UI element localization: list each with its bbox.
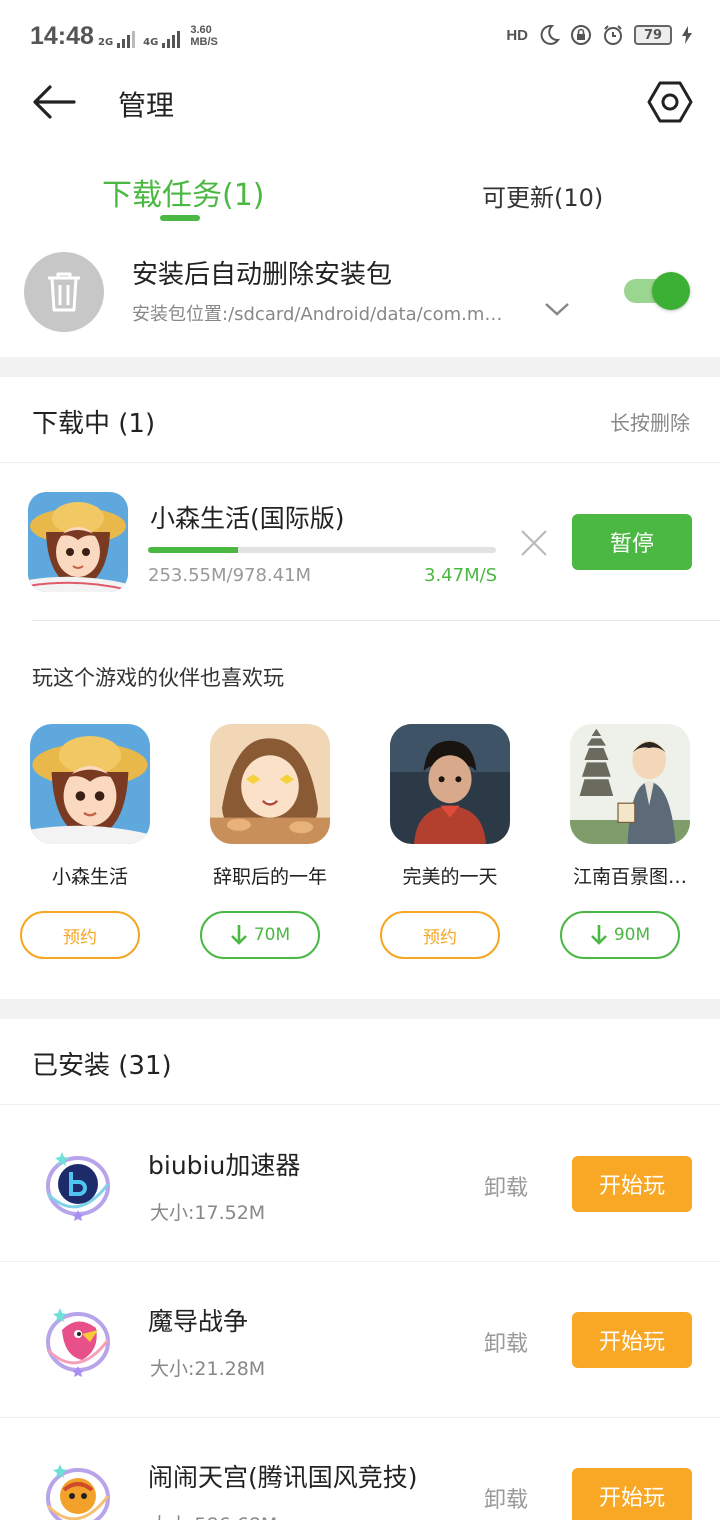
status-bar: 14:48 2G 4G 3.60 MB/S HD 79 xyxy=(0,0,720,70)
naonao-app-icon xyxy=(38,1456,118,1520)
recommend-list: 小森生活 预约 辞职后的一年 70M 完美的一天 预约 江南百景图… 90M xyxy=(0,724,720,964)
toggle-knob xyxy=(652,272,690,310)
installed-item[interactable]: biubiu加速器 大小:17.52M 卸载 开始玩 xyxy=(0,1106,720,1262)
auto-delete-toggle[interactable] xyxy=(624,272,692,310)
network-speed: 3.60 MB/S xyxy=(190,24,218,48)
download-size-label: 90M xyxy=(613,925,651,945)
charging-icon xyxy=(682,26,692,44)
uninstall-button[interactable]: 卸载 xyxy=(484,1170,528,1202)
recommend-card[interactable]: 江南百景图… 90M xyxy=(550,724,710,964)
speed-value: 3.60 xyxy=(190,24,212,36)
trash-icon xyxy=(24,252,104,332)
auto-delete-setting: 安装后自动删除安装包 安装包位置:/sdcard/Android/data/co… xyxy=(0,252,720,338)
download-progress-bar xyxy=(148,547,496,553)
installed-item[interactable]: 魔导战争 大小:21.28M 卸载 开始玩 xyxy=(0,1262,720,1418)
tab-bar: 下载任务(1) 可更新(10) xyxy=(0,160,720,230)
recommend-game-name: 小森生活 xyxy=(51,866,128,888)
installed-app-name: 魔导战争 xyxy=(148,1307,249,1336)
download-progress-fill xyxy=(148,547,239,553)
lock-rotation-icon xyxy=(571,25,591,45)
game-icon-resign-year xyxy=(210,724,330,844)
downloading-header: 下载中 (1) 长按删除 xyxy=(0,377,720,463)
start-play-button[interactable]: 开始玩 xyxy=(572,1468,692,1520)
download-size: 253.55M/978.41M xyxy=(148,565,312,586)
game-icon-perfect-day xyxy=(390,724,510,844)
download-button[interactable]: 90M xyxy=(560,911,680,959)
download-button[interactable]: 70M xyxy=(200,911,320,959)
biubiu-app-icon xyxy=(38,1144,118,1224)
installed-app-size: 大小:17.52M xyxy=(150,1202,266,1224)
back-arrow-icon[interactable] xyxy=(30,82,78,122)
download-speed: 3.47M/S xyxy=(424,565,498,586)
long-press-delete-hint[interactable]: 长按删除 xyxy=(610,407,690,436)
modao-app-icon xyxy=(38,1300,118,1380)
pause-button[interactable]: 暂停 xyxy=(572,514,692,570)
game-icon-xiaosen xyxy=(30,724,150,844)
start-play-button[interactable]: 开始玩 xyxy=(572,1156,692,1212)
recommend-game-name: 江南百景图… xyxy=(572,866,687,888)
signal-icon xyxy=(162,30,181,48)
battery-icon: 79 xyxy=(634,25,672,45)
tab-active-indicator xyxy=(160,215,200,221)
status-right-icons: HD 79 xyxy=(506,24,692,46)
download-item[interactable]: 小森生活(国际版) 253.55M/978.41M 3.47M/S 暂停 xyxy=(0,465,720,621)
tab-download-tasks[interactable]: 下载任务(1) xyxy=(102,170,265,214)
chevron-down-icon[interactable] xyxy=(544,300,570,318)
installed-app-size: 大小:586.68M xyxy=(150,1510,277,1520)
signal-icon xyxy=(117,30,136,48)
network-2g-label: 2G xyxy=(98,37,114,48)
recommend-game-name: 辞职后的一年 xyxy=(212,866,327,888)
recommend-title: 玩这个游戏的伙伴也喜欢玩 xyxy=(32,666,284,690)
installed-header: 已安装 (31) xyxy=(0,1019,720,1105)
hd-icon: HD xyxy=(506,26,528,44)
installed-app-name: biubiu加速器 xyxy=(148,1151,301,1180)
moon-icon xyxy=(540,24,560,45)
download-arrow-icon xyxy=(230,925,247,945)
settings-gear-icon[interactable] xyxy=(646,78,694,126)
app-bar: 管理 xyxy=(0,70,720,134)
installed-item[interactable]: 闹闹天宫(腾讯国风竞技) 大小:586.68M 卸载 开始玩 xyxy=(0,1418,720,1520)
network-indicators: 2G 4G 3.60 MB/S xyxy=(98,24,218,48)
uninstall-button[interactable]: 卸载 xyxy=(484,1326,528,1358)
download-game-name: 小森生活(国际版) xyxy=(150,504,345,533)
package-path: 安装包位置:/sdcard/Android/data/com.m4399.gam… xyxy=(132,304,512,325)
page-title: 管理 xyxy=(118,89,175,122)
installed-app-name: 闹闹天宫(腾讯国风竞技) xyxy=(148,1463,418,1492)
downloading-title: 下载中 (1) xyxy=(32,409,156,439)
installed-title: 已安装 (31) xyxy=(32,1051,172,1081)
reserve-button[interactable]: 预约 xyxy=(20,911,140,959)
download-arrow-icon xyxy=(590,925,607,945)
installed-app-size: 大小:21.28M xyxy=(150,1358,266,1380)
game-icon-xiaosen xyxy=(28,492,128,592)
reserve-button[interactable]: 预约 xyxy=(380,911,500,959)
recommend-card[interactable]: 小森生活 预约 xyxy=(10,724,170,964)
speed-unit: MB/S xyxy=(190,36,218,48)
recommend-card[interactable]: 完美的一天 预约 xyxy=(370,724,530,964)
download-size-label: 70M xyxy=(253,925,291,945)
close-icon[interactable] xyxy=(518,527,550,559)
uninstall-button[interactable]: 卸载 xyxy=(484,1482,528,1514)
recommend-card[interactable]: 辞职后的一年 70M xyxy=(190,724,350,964)
game-icon-jiangnan xyxy=(570,724,690,844)
section-divider xyxy=(0,999,720,1019)
alarm-icon xyxy=(604,25,622,45)
reserve-label: 预约 xyxy=(63,927,97,948)
item-divider xyxy=(32,620,720,621)
network-4g-label: 4G xyxy=(143,37,159,48)
auto-delete-title: 安装后自动删除安装包 xyxy=(132,260,393,290)
recommend-game-name: 完美的一天 xyxy=(402,866,498,888)
reserve-label: 预约 xyxy=(423,927,457,948)
status-time: 14:48 xyxy=(30,22,94,50)
tab-updatable[interactable]: 可更新(10) xyxy=(482,178,603,213)
section-divider xyxy=(0,357,720,377)
start-play-button[interactable]: 开始玩 xyxy=(572,1312,692,1368)
